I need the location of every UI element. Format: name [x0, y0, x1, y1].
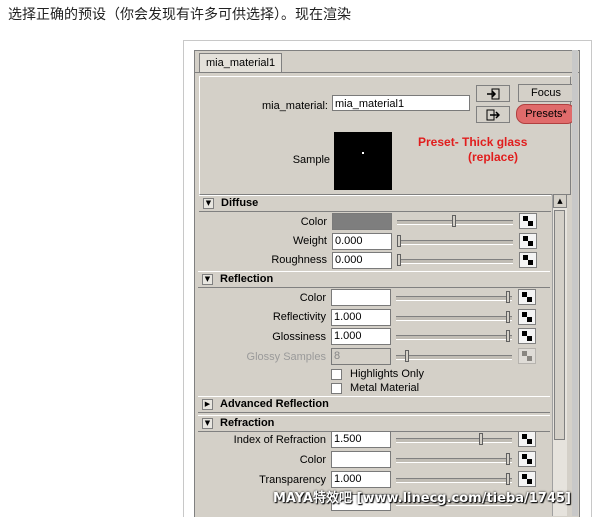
- reflection-section-header-bar[interactable]: ▼ Reflection: [198, 271, 550, 288]
- transparency-map-button[interactable]: [518, 471, 536, 487]
- scrollbar-thumb[interactable]: [554, 210, 565, 440]
- refraction-color-label: Color: [299, 454, 326, 466]
- watermark-text: MAYA特效吧 [www.linecg.com/tieba/1745]: [273, 491, 571, 506]
- preset-annotation-line2: (replace): [468, 150, 519, 164]
- collapse-arrow-icon[interactable]: ▼: [202, 418, 213, 429]
- reflectivity-slider[interactable]: [396, 311, 512, 323]
- slider-thumb: [405, 350, 409, 362]
- metal-material-checkbox[interactable]: [331, 383, 342, 394]
- refraction-section-header[interactable]: ▼ Refraction: [198, 415, 550, 432]
- ior-slider[interactable]: [396, 433, 512, 445]
- refraction-section-title: Refraction: [220, 417, 275, 429]
- collapse-arrow-icon[interactable]: ▼: [202, 274, 213, 285]
- presets-button[interactable]: Presets*: [516, 104, 576, 124]
- slider-thumb[interactable]: [506, 291, 510, 303]
- reflection-section-title: Reflection: [220, 273, 274, 285]
- sample-label: Sample: [292, 154, 330, 166]
- glossy-samples-map-button: [518, 348, 536, 364]
- glossiness-map-button[interactable]: [518, 328, 536, 344]
- preset-annotation-line1: Preset- Thick glass: [418, 135, 528, 149]
- window-scrollbar[interactable]: [572, 50, 578, 516]
- reflection-color-label: Color: [299, 292, 326, 304]
- tab-divider: [195, 72, 579, 73]
- advanced-reflection-section-header[interactable]: ▶ Advanced Reflection: [198, 396, 550, 413]
- glossiness-slider[interactable]: [396, 330, 512, 342]
- glossiness-label: Glossiness: [272, 331, 326, 343]
- transparency-label: Transparency: [259, 474, 326, 486]
- reflection-color-swatch[interactable]: [331, 289, 391, 306]
- transparency-slider[interactable]: [396, 473, 512, 485]
- metal-material-label: Metal Material: [350, 382, 420, 394]
- reflectivity-field[interactable]: 1.000: [331, 309, 391, 326]
- glossy-samples-field: 8: [331, 348, 391, 365]
- glossy-samples-slider: [396, 350, 512, 362]
- reflectivity-label: Reflectivity: [272, 311, 326, 323]
- arrow-into-box-icon: [487, 88, 500, 100]
- reflection-color-slider[interactable]: [396, 291, 512, 303]
- slider-thumb[interactable]: [479, 433, 483, 445]
- reflectivity-map-button[interactable]: [518, 309, 536, 325]
- glossiness-field[interactable]: 1.000: [331, 328, 391, 345]
- copy-tab-button[interactable]: [476, 106, 510, 123]
- refraction-color-swatch[interactable]: [331, 451, 391, 468]
- slider-thumb[interactable]: [506, 473, 510, 485]
- slider-thumb[interactable]: [506, 311, 510, 323]
- focus-button[interactable]: Focus: [518, 84, 574, 102]
- expand-arrow-icon[interactable]: ▶: [202, 399, 213, 410]
- sample-highlight-dot: [362, 152, 364, 154]
- material-sample-swatch: [334, 132, 392, 190]
- material-name-label: mia_material:: [261, 100, 328, 112]
- slider-thumb[interactable]: [506, 330, 510, 342]
- material-name-input[interactable]: mia_material1: [332, 95, 470, 111]
- material-header-panel: mia_material: mia_material1 Focus Preset…: [199, 76, 576, 195]
- advanced-reflection-section-title: Advanced Reflection: [220, 398, 329, 410]
- highlights-only-checkbox[interactable]: [331, 369, 342, 380]
- arrow-out-box-icon: [486, 109, 501, 121]
- highlights-only-label: Highlights Only: [350, 368, 424, 380]
- refraction-color-slider[interactable]: [396, 453, 512, 465]
- slider-thumb[interactable]: [506, 453, 510, 465]
- transparency-field[interactable]: 1.000: [331, 471, 391, 488]
- ior-map-button[interactable]: [518, 431, 536, 447]
- load-attributes-button[interactable]: [476, 85, 510, 102]
- refraction-color-map-button[interactable]: [518, 451, 536, 467]
- attribute-scroll-content: ▼ Reflection Color Reflectivity 1.000 Gl…: [198, 194, 550, 516]
- scroll-up-arrow-icon[interactable]: ▲: [553, 194, 567, 208]
- attribute-scrollbar[interactable]: ▲: [552, 194, 567, 516]
- tab-mia-material1[interactable]: mia_material1: [199, 53, 283, 72]
- reflection-color-map-button[interactable]: [518, 289, 536, 305]
- ior-label: Index of Refraction: [233, 434, 326, 446]
- glossy-samples-label: Glossy Samples: [246, 351, 326, 363]
- ior-field[interactable]: 1.500: [331, 431, 391, 448]
- page-caption: 选择正确的预设（你会发现有许多可供选择）。现在渲染: [8, 7, 351, 23]
